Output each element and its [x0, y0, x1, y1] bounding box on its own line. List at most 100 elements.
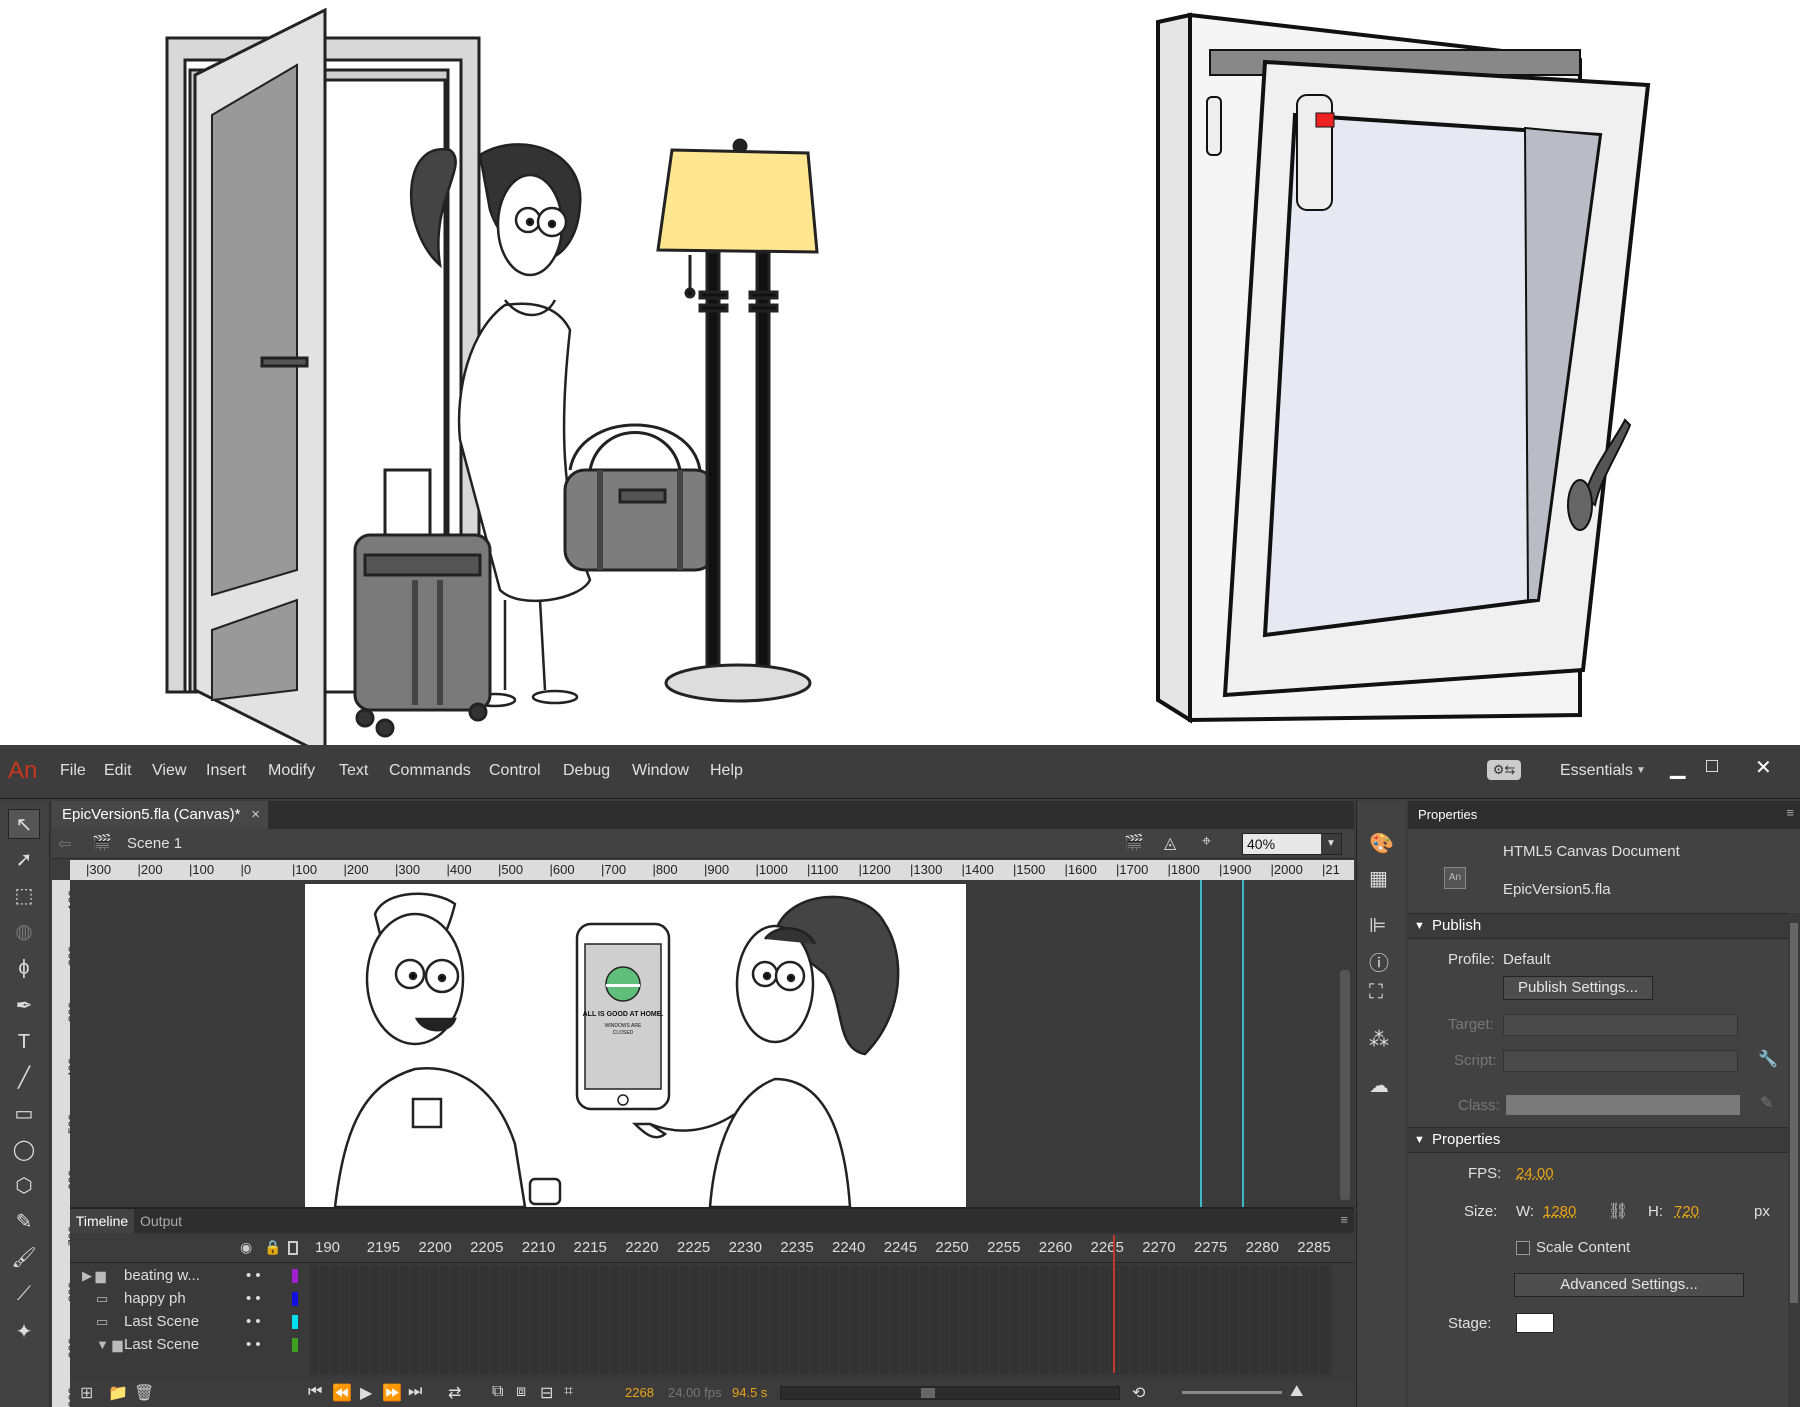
onion-markers-icon[interactable]: ⌗: [564, 1383, 573, 1401]
first-frame-icon[interactable]: ⏮: [308, 1383, 322, 1401]
polystar-tool-icon[interactable]: ⬡: [8, 1171, 40, 1201]
text-tool-icon[interactable]: T: [8, 1027, 40, 1057]
tab-timeline[interactable]: Timeline: [70, 1209, 134, 1233]
color-icon[interactable]: 🎨: [1369, 831, 1394, 856]
advanced-settings-button[interactable]: Advanced Settings...: [1514, 1273, 1744, 1297]
menu-file[interactable]: File: [60, 762, 86, 780]
pen-tool-icon[interactable]: ✒: [8, 991, 40, 1021]
menu-modify[interactable]: Modify: [268, 762, 315, 780]
maximize-button[interactable]: □: [1706, 755, 1718, 778]
menu-icon[interactable]: ≡: [1340, 1212, 1348, 1227]
subselection-tool-icon[interactable]: ➚: [8, 845, 40, 875]
step-back-icon[interactable]: ⏪: [332, 1383, 352, 1403]
edit-multiple-icon[interactable]: ⊟: [540, 1383, 553, 1403]
selection-tool-icon[interactable]: ↖: [8, 809, 40, 839]
line-tool-icon[interactable]: ╱: [8, 1063, 40, 1093]
new-folder-icon[interactable]: 📁: [108, 1383, 128, 1403]
step-forward-icon[interactable]: ⏩: [382, 1383, 402, 1403]
scrollbar-thumb[interactable]: [921, 1388, 935, 1398]
swatches-icon[interactable]: ▦: [1369, 866, 1388, 891]
close-window-button[interactable]: ✕: [1755, 755, 1772, 780]
zoom-slider[interactable]: [1182, 1391, 1282, 1394]
properties-scrollbar[interactable]: [1788, 913, 1800, 1407]
menu-view[interactable]: View: [152, 762, 186, 780]
close-tab-icon[interactable]: ×: [251, 801, 260, 829]
stage-canvas[interactable]: ALL IS GOOD AT HOME. WINDOWS ARE CLOSED: [305, 884, 966, 1207]
layer-color-swatch[interactable]: [292, 1338, 298, 1352]
publish-settings-button[interactable]: Publish Settings...: [1503, 976, 1653, 1000]
properties-tab[interactable]: Properties: [1418, 807, 1477, 822]
lock-icon[interactable]: 🔒: [264, 1239, 281, 1256]
pencil-icon[interactable]: ✎: [1760, 1093, 1773, 1113]
class-field[interactable]: [1506, 1095, 1740, 1115]
loop-icon[interactable]: ⇄: [448, 1383, 461, 1403]
layer-visibility-dots[interactable]: • •: [246, 1288, 261, 1310]
target-select[interactable]: [1503, 1014, 1738, 1036]
menu-icon[interactable]: ≡: [1786, 805, 1794, 820]
edit-scene-icon[interactable]: 🎬: [1124, 833, 1144, 853]
scrollbar-thumb[interactable]: [1340, 970, 1350, 1200]
menu-insert[interactable]: Insert: [206, 762, 246, 780]
layer-row[interactable]: ▭ happy ph • •: [70, 1288, 310, 1310]
menu-text[interactable]: Text: [339, 762, 368, 780]
edit-symbol-icon[interactable]: ◬: [1164, 833, 1176, 853]
publish-section-header[interactable]: ▼ Publish: [1408, 913, 1788, 939]
menu-control[interactable]: Control: [489, 762, 541, 780]
zoom-select[interactable]: 40% ▼: [1242, 833, 1342, 855]
menu-help[interactable]: Help: [710, 762, 743, 780]
tab-output[interactable]: Output: [140, 1209, 182, 1233]
paint-brush-tool-icon[interactable]: 🖌: [8, 1243, 40, 1273]
delete-layer-icon[interactable]: 🗑: [134, 1383, 154, 1403]
chevron-down-icon[interactable]: ▼: [1636, 765, 1646, 776]
fps-value[interactable]: 24.00: [1516, 1165, 1554, 1182]
stage-color-swatch[interactable]: [1516, 1313, 1554, 1333]
lasso-tool-icon[interactable]: ϕ: [8, 953, 40, 983]
layer-visibility-dots[interactable]: • •: [246, 1334, 261, 1356]
reset-zoom-icon[interactable]: ⟲: [1132, 1383, 1145, 1403]
layer-color-swatch[interactable]: [292, 1269, 298, 1283]
width-value[interactable]: 1280: [1543, 1203, 1576, 1220]
wrench-icon[interactable]: 🔧: [1758, 1049, 1778, 1069]
align-icon[interactable]: ⊫: [1369, 913, 1386, 938]
new-layer-icon[interactable]: ⊞: [80, 1383, 93, 1403]
pencil-tool-icon[interactable]: ✎: [8, 1207, 40, 1237]
timeline-hscrollbar[interactable]: [780, 1386, 1120, 1400]
layer-visibility-dots[interactable]: • •: [246, 1265, 261, 1287]
scale-content-checkbox[interactable]: [1516, 1241, 1530, 1255]
workspace-switcher[interactable]: Essentials: [1560, 762, 1633, 780]
brush-tool-icon[interactable]: ⟋: [8, 1279, 40, 1309]
cc-libraries-icon[interactable]: ☁: [1369, 1073, 1389, 1098]
time-display[interactable]: 94.5 s: [732, 1385, 767, 1400]
menu-commands[interactable]: Commands: [389, 762, 471, 780]
back-arrow-icon[interactable]: ⇦: [58, 834, 71, 854]
menu-edit[interactable]: Edit: [104, 762, 132, 780]
layer-color-swatch[interactable]: [292, 1315, 298, 1329]
play-icon[interactable]: ▶: [360, 1383, 372, 1403]
layer-color-swatch[interactable]: [292, 1292, 298, 1306]
script-select[interactable]: [1503, 1050, 1738, 1072]
3d-rotation-tool-icon[interactable]: ◍: [8, 917, 40, 947]
layer-row[interactable]: ▭ Last Scene • •: [70, 1311, 310, 1333]
rectangle-tool-icon[interactable]: ▭: [8, 1099, 40, 1129]
fps-display[interactable]: 24.00 fps: [668, 1385, 722, 1400]
scrollbar-thumb[interactable]: [1790, 923, 1798, 1303]
info-icon[interactable]: ⓘ: [1369, 947, 1389, 976]
oval-tool-icon[interactable]: ◯: [8, 1135, 40, 1165]
outline-icon[interactable]: [288, 1241, 298, 1255]
properties-section-header[interactable]: ▼ Properties: [1408, 1127, 1788, 1153]
eye-icon[interactable]: ◉: [240, 1239, 252, 1256]
transform-icon[interactable]: ⛶: [1369, 981, 1383, 1004]
vertical-scrollbar[interactable]: [1336, 880, 1354, 1207]
sync-settings-icon[interactable]: ⚙⇆: [1487, 760, 1521, 780]
center-stage-icon[interactable]: ⌖: [1202, 833, 1211, 851]
minimize-button[interactable]: ▁: [1670, 755, 1685, 780]
menu-window[interactable]: Window: [632, 762, 689, 780]
link-icon[interactable]: ⛓: [1608, 1201, 1628, 1221]
current-frame[interactable]: 2268: [625, 1385, 654, 1400]
onion-skin-icon[interactable]: ⧉: [492, 1383, 503, 1401]
bone-tool-icon[interactable]: ✦: [8, 1317, 40, 1347]
last-frame-icon[interactable]: ⏭: [408, 1383, 422, 1401]
motion-presets-icon[interactable]: ⁂: [1369, 1027, 1389, 1052]
layer-visibility-dots[interactable]: • •: [246, 1311, 261, 1333]
layer-row[interactable]: ▼ ▆ Last Scene • •: [70, 1334, 310, 1356]
